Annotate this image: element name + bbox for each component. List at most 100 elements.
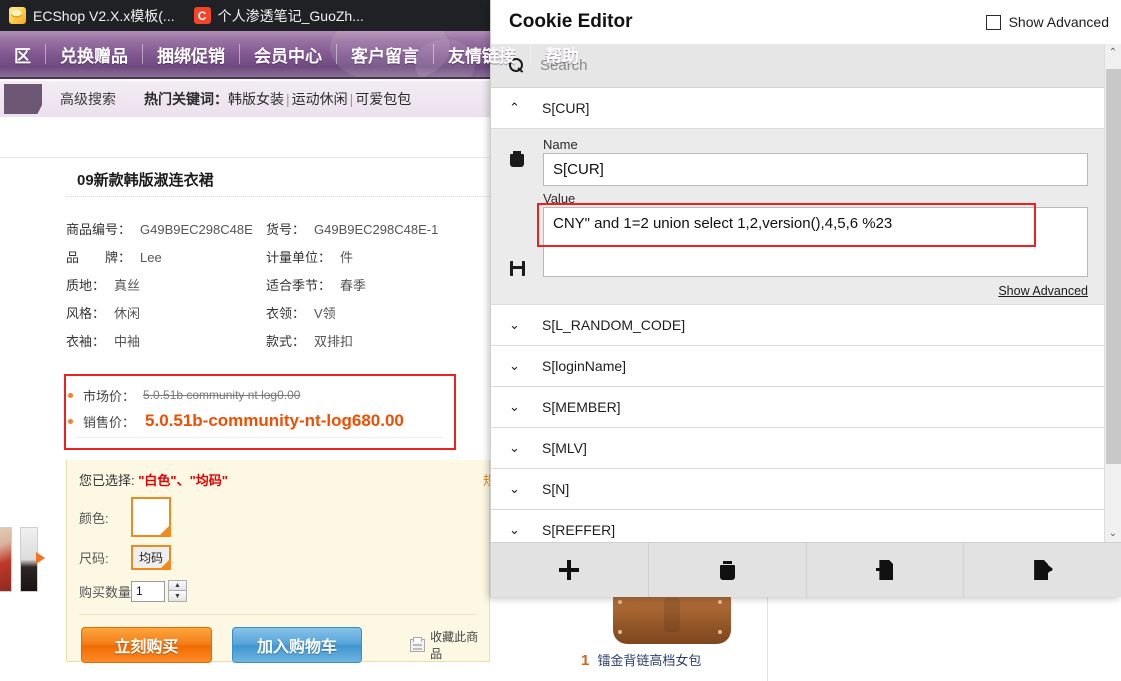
- attr-label: 品 牌：: [66, 249, 132, 265]
- cookie-row-n[interactable]: ⌄ S[N]: [491, 469, 1104, 510]
- cookie-name-input[interactable]: [543, 153, 1088, 186]
- cookie-row-reffer[interactable]: ⌄ S[REFFER]: [491, 510, 1104, 542]
- chevron-down-icon[interactable]: ⌄: [509, 317, 520, 333]
- cookie-name: S[MEMBER]: [542, 399, 621, 415]
- browser-tab-ecshop[interactable]: ECShop V2.X.x模板(...: [0, 0, 185, 31]
- rank-product-name[interactable]: 镭金背链高档女包: [597, 650, 701, 669]
- selection-divider: [79, 614, 477, 615]
- chevron-down-icon[interactable]: ⌄: [509, 522, 520, 538]
- hot-keywords-label: 热门关键词：: [144, 91, 228, 107]
- import-cookies-button[interactable]: [807, 543, 965, 597]
- cookie-editor-header: Cookie Editor Show Advanced: [491, 0, 1121, 44]
- import-icon: [876, 560, 894, 580]
- cookie-list: ⌃ S[CUR] Name Value: [491, 88, 1104, 542]
- stepper-up-icon[interactable]: ▲: [168, 580, 187, 591]
- gallery-thumbnail[interactable]: [0, 527, 12, 592]
- cookie-scroll-area: ⌃ S[CUR] Name Value: [491, 44, 1104, 542]
- table-row: 商品编号： G49B9EC298C48E 货号： G49B9EC298C48E-…: [66, 214, 496, 242]
- cookie-value-input[interactable]: CNY" and 1=2 union select 1,2,version(),…: [543, 207, 1088, 277]
- stepper-down-icon[interactable]: ▼: [168, 591, 187, 602]
- color-swatch-white[interactable]: ✓: [131, 497, 171, 537]
- search-button[interactable]: [4, 84, 42, 114]
- nav-item-6[interactable]: 帮助: [531, 42, 593, 67]
- keyword-separator: |: [286, 91, 290, 107]
- ecshop-favicon-icon: [9, 7, 26, 24]
- gallery-next-arrow-icon[interactable]: [36, 552, 45, 564]
- size-option-button[interactable]: 均码 ✓: [131, 545, 172, 570]
- sale-price-value: 5.0.51b-community-nt-log680.00: [145, 411, 404, 430]
- show-advanced-toggle[interactable]: Show Advanced: [985, 14, 1109, 30]
- attr-collar: 衣领： V领: [266, 303, 336, 322]
- export-icon: [1034, 560, 1054, 580]
- color-label: 颜色:: [79, 510, 109, 526]
- quantity-stepper[interactable]: ▲ ▼: [168, 580, 187, 602]
- cookie-row-loginname[interactable]: ⌄ S[loginName]: [491, 346, 1104, 387]
- attr-value: 中袖: [114, 333, 141, 349]
- plus-icon: [559, 560, 580, 580]
- cookie-list-scrollbar[interactable]: ⌃ ⌄: [1104, 44, 1121, 542]
- hot-keyword-1[interactable]: 运动休闲: [292, 91, 348, 107]
- scroll-down-arrow-icon[interactable]: ⌄: [1105, 525, 1121, 542]
- cookie-name: S[CUR]: [542, 100, 590, 116]
- size-row: 尺码: 均码 ✓: [67, 545, 489, 570]
- scrollbar-track[interactable]: [1105, 61, 1121, 525]
- add-cookie-button[interactable]: [491, 543, 649, 597]
- browser-tab-notes[interactable]: C 个人渗透笔记_GuoZh...: [185, 0, 374, 31]
- attr-sleeve: 衣袖： 中袖: [66, 331, 266, 350]
- nav-item-0[interactable]: 区: [0, 42, 45, 67]
- save-cookie-icon[interactable]: [509, 261, 525, 276]
- attr-label: 风格：: [66, 305, 106, 321]
- screen-root: 09新款韩版淑连衣裙 商品编号： G49B9EC298C48E 货号： G49B…: [0, 0, 1121, 681]
- cookie-name: S[MLV]: [542, 440, 587, 456]
- hot-keyword-2[interactable]: 可爱包包: [355, 91, 411, 107]
- scroll-up-arrow-icon[interactable]: ⌃: [1105, 44, 1121, 61]
- selected-label: 您已选择:: [79, 473, 135, 488]
- cookie-row-s-cur[interactable]: ⌃ S[CUR]: [491, 88, 1104, 129]
- cookie-row-l-random-code[interactable]: ⌄ S[L_RANDOM_CODE]: [491, 305, 1104, 346]
- rank-product-caption: 1 镭金背链高档女包: [581, 650, 701, 669]
- attr-style: 风格： 休闲: [66, 303, 266, 322]
- c-favicon-icon: C: [193, 7, 211, 24]
- hot-keyword-0[interactable]: 韩版女装: [228, 91, 284, 107]
- chevron-down-icon[interactable]: ⌄: [509, 358, 520, 374]
- value-field-label: Value: [543, 191, 576, 206]
- cookie-row-member[interactable]: ⌄ S[MEMBER]: [491, 387, 1104, 428]
- cookie-row-mlv[interactable]: ⌄ S[MLV]: [491, 428, 1104, 469]
- nav-item-3[interactable]: 会员中心: [240, 42, 336, 67]
- advanced-search-link[interactable]: 高级搜索: [60, 89, 116, 109]
- attr-unit: 计量单位： 件: [266, 247, 353, 266]
- delete-cookie-icon[interactable]: [510, 151, 524, 167]
- check-icon: ✓: [161, 525, 169, 535]
- nav-item-2[interactable]: 捆绑促销: [143, 42, 239, 67]
- nav-item-1[interactable]: 兑换赠品: [46, 42, 142, 67]
- chevron-down-icon[interactable]: ⌄: [509, 399, 520, 415]
- quantity-input[interactable]: [131, 580, 165, 602]
- favorite-link[interactable]: 收藏此商品: [410, 628, 489, 662]
- chevron-down-icon[interactable]: ⌄: [509, 481, 520, 497]
- export-cookies-button[interactable]: [964, 543, 1121, 597]
- add-to-cart-button[interactable]: 加入购物车: [231, 627, 363, 663]
- table-row: 衣袖： 中袖 款式： 双排扣: [66, 326, 496, 354]
- attr-sku: 商品编号： G49B9EC298C48E: [66, 219, 266, 238]
- selected-values: "白色"、"均码": [138, 473, 228, 488]
- attr-value: 春季: [340, 277, 367, 293]
- nav-item-5[interactable]: 友情链接: [434, 42, 530, 67]
- show-advanced-checkbox[interactable]: [985, 14, 1001, 30]
- nav-item-4[interactable]: 客户留言: [337, 42, 433, 67]
- chevron-down-icon[interactable]: ⌄: [509, 440, 520, 456]
- delete-all-cookies-button[interactable]: [649, 543, 807, 597]
- scrollbar-thumb[interactable]: [1105, 69, 1121, 464]
- price-divider: [76, 437, 444, 438]
- table-row: 质地： 真丝 适合季节： 春季: [66, 270, 496, 298]
- buy-now-button[interactable]: 立刻购买: [81, 627, 212, 663]
- cookie-name: S[N]: [542, 481, 570, 497]
- sale-price-label: 销售价：: [83, 414, 136, 430]
- chevron-up-icon[interactable]: ⌃: [509, 100, 520, 116]
- search-input[interactable]: [538, 56, 1014, 75]
- rank-product-item[interactable]: 1 镭金背链高档女包: [577, 596, 767, 681]
- hot-keywords: 热门关键词：韩版女装 | 运动休闲 | 可爱包包: [144, 89, 411, 109]
- attr-label: 衣袖：: [66, 333, 106, 349]
- bullet-icon: [68, 392, 73, 398]
- attr-material: 质地： 真丝: [66, 275, 266, 294]
- detail-show-advanced-link[interactable]: Show Advanced: [543, 284, 1088, 298]
